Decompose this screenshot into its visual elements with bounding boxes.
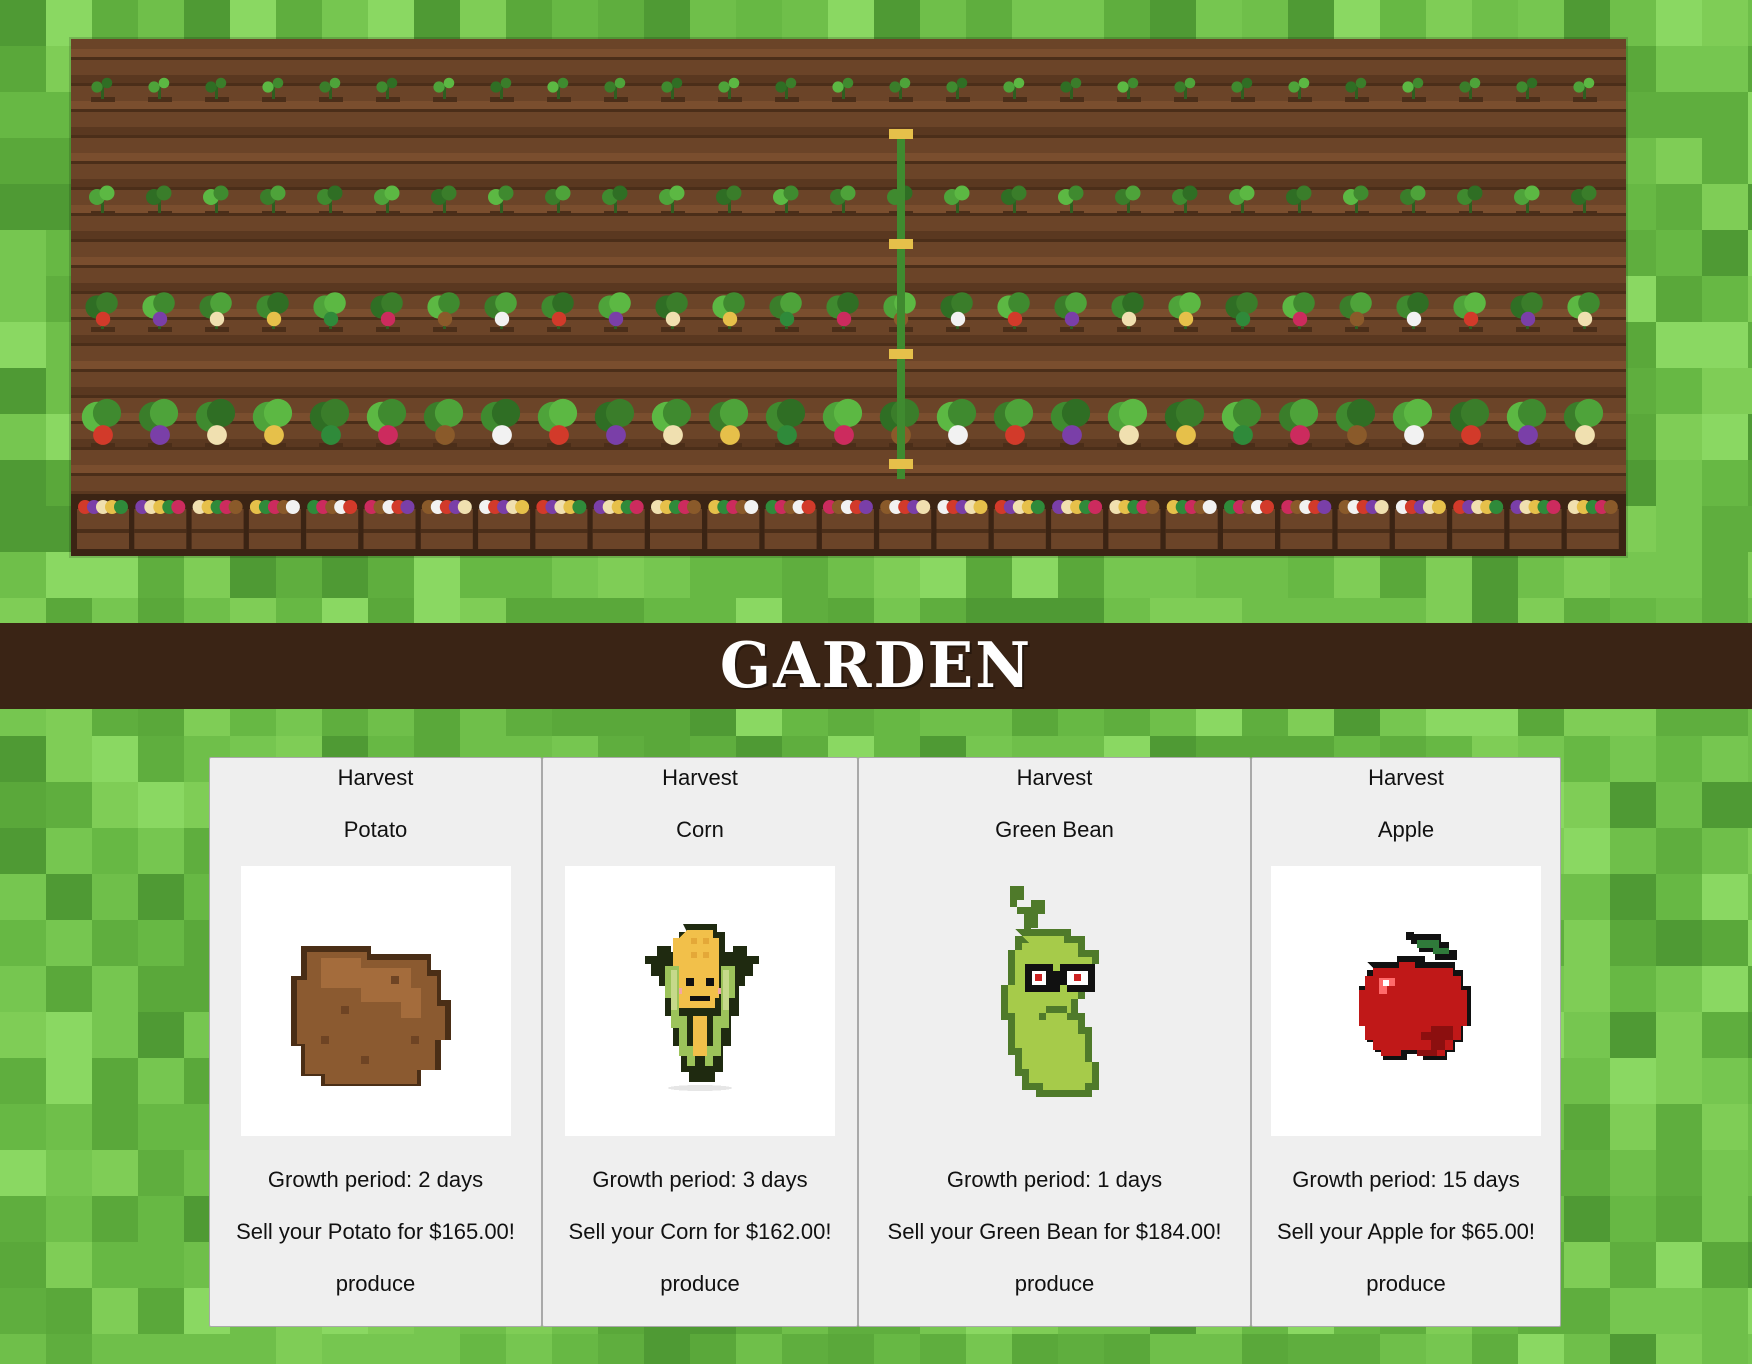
category-label: produce	[1014, 1271, 1095, 1296]
crop-card-potato[interactable]: Harvest Potato Growth period: 2 days Sel…	[209, 757, 542, 1327]
harvest-label: Harvest	[662, 765, 738, 790]
harvest-label: Harvest	[337, 765, 414, 790]
category-label: produce	[335, 1271, 416, 1296]
crop-name: Corn	[676, 817, 724, 842]
crop-name: Apple	[1377, 817, 1435, 842]
sell-price: Sell your Potato for $165.00!	[236, 1219, 515, 1244]
farm-banner-image	[71, 39, 1626, 556]
green-bean-icon	[1000, 886, 1099, 1097]
apple-icon	[1359, 932, 1471, 1060]
harvest-label: Harvest	[1016, 765, 1093, 790]
potato-icon	[290, 946, 451, 1086]
sell-price: Sell your Green Bean for $184.00!	[887, 1219, 1222, 1244]
sell-price: Sell your Corn for $162.00!	[568, 1219, 832, 1244]
crop-image	[920, 866, 1190, 1136]
crop-name: Green Bean	[995, 817, 1114, 842]
crop-image	[240, 866, 511, 1136]
crop-card-apple[interactable]: Harvest Apple Growth period: 15 days Sel…	[1251, 757, 1561, 1327]
growth-period: Growth period: 1 days	[946, 1167, 1163, 1192]
category-label: produce	[660, 1271, 740, 1296]
category-label: produce	[1366, 1271, 1446, 1296]
growth-period: Growth period: 15 days	[1292, 1167, 1520, 1192]
crop-card-green-bean[interactable]: Harvest Green Bean Growth period: 1 days…	[858, 757, 1251, 1327]
harvest-label: Harvest	[1368, 765, 1444, 790]
corn-icon	[645, 924, 759, 1091]
crop-image	[565, 866, 835, 1136]
growth-period: Growth period: 3 days	[592, 1167, 808, 1192]
title-bar: GARDEN	[0, 623, 1752, 709]
crop-cards: Harvest Potato Growth period: 2 days Sel…	[209, 757, 1561, 1327]
crop-image	[1271, 866, 1541, 1136]
crop-name: Potato	[343, 817, 408, 842]
page-title: GARDEN	[719, 629, 1033, 703]
sell-price: Sell your Apple for $65.00!	[1276, 1219, 1536, 1244]
growth-period: Growth period: 2 days	[267, 1167, 484, 1192]
crop-card-corn[interactable]: Harvest Corn Growth period: 3 days Sell …	[542, 757, 858, 1327]
